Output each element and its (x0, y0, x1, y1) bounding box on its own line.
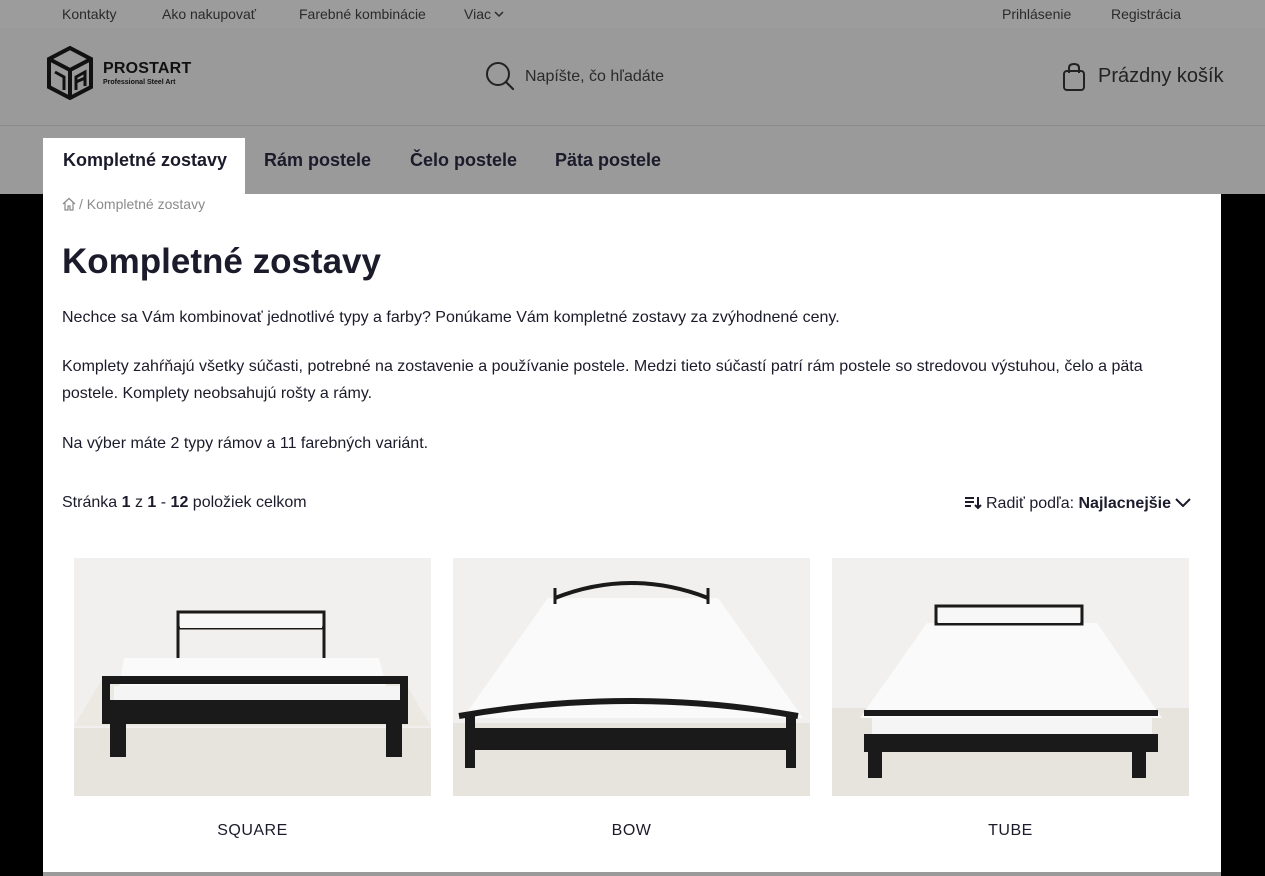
category-tab-celo-postele[interactable]: Čelo postele (410, 138, 517, 194)
breadcrumb-current: Kompletné zostavy (86, 196, 206, 212)
page-title: Kompletné zostavy (62, 242, 381, 281)
login-link[interactable]: Prihlásenie (1002, 6, 1071, 22)
topbar-more-label: Viac (464, 6, 491, 22)
main-content: / Kompletné zostavy Kompletné zostavy Ne… (43, 194, 1221, 872)
brand-tagline: Professional Steel Art (103, 79, 176, 86)
topbar-link-ako-nakupovat[interactable]: Ako nakupovať (162, 6, 256, 22)
intro-paragraph-3: Na výber máte 2 typy rámov a 11 farebnýc… (62, 435, 429, 452)
shopping-bag-icon (1063, 62, 1085, 91)
category-tab-kompletne-zostavy[interactable]: Kompletné zostavy (43, 138, 246, 194)
pager-suffix: položiek celkom (192, 494, 307, 511)
intro-paragraph-2: Komplety zahŕňajú všetky súčasti, potreb… (62, 358, 1143, 402)
cart-label: Prázdny košík (1098, 65, 1224, 87)
breadcrumb: / Kompletné zostavy (62, 196, 205, 212)
pager-prefix: Stránka (62, 494, 118, 511)
product-image-square[interactable] (74, 558, 431, 796)
chevron-down-icon (1175, 498, 1191, 507)
site-header: PROSTART Professional Steel Art Prázdny … (0, 28, 1265, 126)
category-tab-ram-postele[interactable]: Rám postele (264, 138, 371, 194)
sort-dropdown[interactable]: Radiť podľa: Najlacnejšie (964, 495, 1191, 513)
pager-to: 12 (170, 494, 189, 511)
chevron-down-icon (494, 11, 504, 18)
logo[interactable]: PROSTART Professional Steel Art (46, 46, 191, 102)
home-icon[interactable] (62, 197, 76, 211)
pager-dash: - (160, 494, 167, 511)
brand-name: PROSTART (103, 60, 192, 77)
topbar-more-menu[interactable]: Viac (464, 6, 504, 22)
product-name-square[interactable]: SQUARE (74, 822, 431, 840)
sort-value: Najlacnejšie (1078, 495, 1172, 512)
sort-icon (964, 497, 982, 510)
category-nav: Kompletné zostavy Rám postele Čelo poste… (0, 126, 1265, 194)
category-tab-pata-postele[interactable]: Päta postele (555, 138, 661, 194)
sort-label: Radiť podľa: (985, 495, 1075, 512)
pager-of: z (134, 494, 143, 511)
search-icon[interactable] (485, 60, 515, 92)
topbar-link-farebne-kombinacie[interactable]: Farebné kombinácie (299, 6, 426, 22)
breadcrumb-separator: / (79, 196, 83, 212)
topbar-link-kontakty[interactable]: Kontakty (62, 6, 116, 22)
product-name-tube[interactable]: TUBE (832, 822, 1189, 840)
search-input[interactable] (525, 64, 885, 90)
product-image-tube[interactable] (832, 558, 1189, 796)
pager-page: 1 (121, 494, 131, 511)
logo-mark-icon (47, 46, 93, 100)
pager-from: 1 (147, 494, 157, 511)
bottom-divider (43, 872, 1221, 876)
product-image-bow[interactable] (453, 558, 810, 796)
register-link[interactable]: Registrácia (1111, 6, 1181, 22)
intro-paragraph-1: Nechce sa Vám kombinovať jednotlivé typy… (62, 309, 840, 326)
product-name-bow[interactable]: BOW (453, 822, 810, 840)
top-utility-bar: Kontakty Ako nakupovať Farebné kombináci… (0, 0, 1265, 28)
pagination-summary: Stránka 1 z 1 - 12 položiek celkom (62, 494, 307, 512)
search-bar (485, 60, 905, 94)
